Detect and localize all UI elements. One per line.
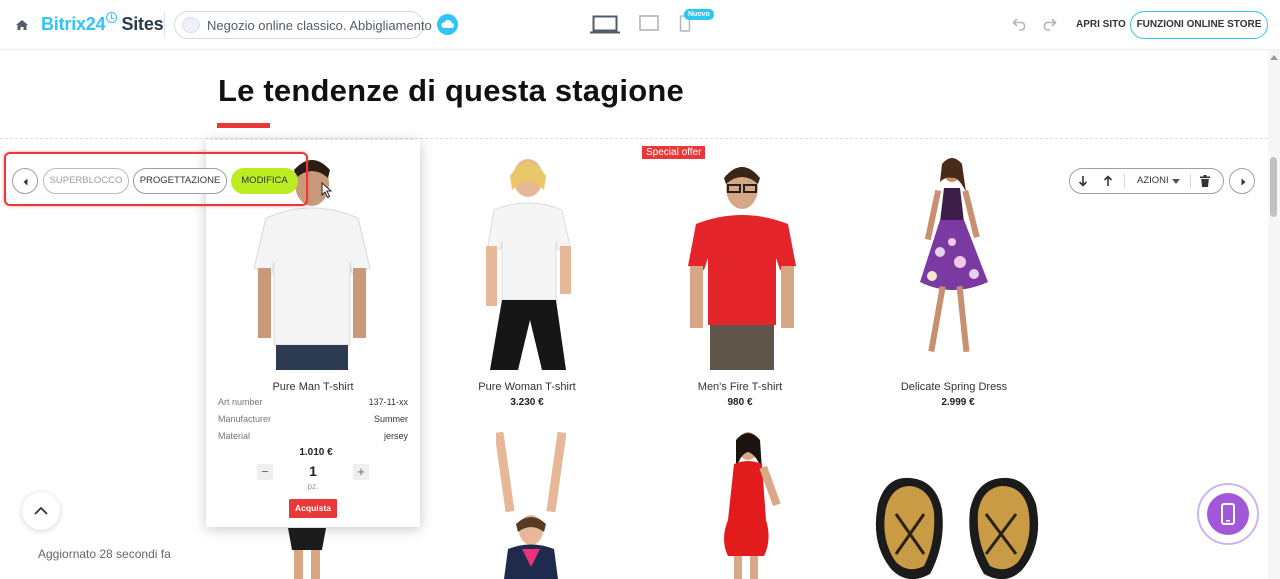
spec-label: Manufacturer [218, 414, 272, 424]
quantity-increase-button[interactable]: + [353, 464, 369, 480]
trash-icon[interactable] [1200, 175, 1210, 187]
product-name[interactable]: Men's Fire T-shirt [633, 381, 847, 393]
cloud-icon[interactable] [437, 14, 458, 35]
product-image[interactable] [496, 432, 566, 579]
product-name[interactable]: Delicate Spring Dress [847, 381, 1061, 393]
desktop-view-icon[interactable] [590, 15, 620, 40]
next-block-button[interactable] [1229, 168, 1255, 194]
top-bar: Bitrix24 Sites Negozio online classico. A… [0, 0, 1280, 50]
design-button[interactable]: PROGETTAZIONE [133, 168, 227, 194]
chevron-down-icon [1172, 179, 1180, 184]
chevron-left-icon [23, 178, 28, 186]
product-image[interactable] [460, 150, 600, 370]
product-price: 3.230 € [510, 397, 544, 408]
mobile-preview-circle [1207, 493, 1249, 535]
spec-label: Art number [218, 397, 263, 407]
mobile-preview-button[interactable] [1197, 483, 1259, 545]
scrollbar-thumb[interactable] [1270, 157, 1277, 217]
site-selector[interactable]: Negozio online classico. Abbigliamento [174, 11, 432, 39]
site-name: Negozio online classico. Abbigliamento [207, 18, 432, 33]
spec-label: Material [218, 431, 251, 441]
divider [164, 12, 165, 38]
vertical-scrollbar[interactable] [1268, 50, 1280, 579]
home-icon[interactable] [14, 17, 30, 33]
cursor-icon [321, 182, 333, 199]
scroll-to-top-button[interactable] [22, 492, 60, 530]
quantity-value[interactable]: 1 [306, 463, 320, 479]
block-boundary [0, 138, 1268, 139]
spec-value: Summer [373, 414, 408, 424]
store-features-button[interactable]: FUNZIONI ONLINE STORE [1130, 11, 1268, 39]
site-thumbnail-icon [182, 17, 200, 33]
new-badge: Nuovo [684, 9, 714, 20]
product-image[interactable] [282, 528, 332, 579]
section-heading: Le tendenze di questa stagione [218, 73, 684, 108]
undo-icon[interactable] [1012, 17, 1028, 36]
tablet-view-icon[interactable] [639, 15, 659, 38]
scroll-up-arrow[interactable] [1270, 55, 1278, 60]
previous-block-button[interactable] [12, 168, 38, 194]
logo[interactable]: Bitrix24 Sites [41, 12, 164, 35]
actions-menu[interactable]: AZIONI [1137, 175, 1169, 186]
product-name[interactable]: Pure Man T-shirt [206, 381, 420, 393]
product-name[interactable]: Pure Woman T-shirt [420, 381, 634, 393]
product-price: 2.999 € [941, 397, 975, 408]
toolbar-divider [1190, 174, 1191, 188]
redo-icon[interactable] [1041, 17, 1057, 36]
product-image[interactable] [712, 430, 782, 579]
autosave-status: Aggiornato 28 secondi fa [38, 547, 171, 561]
logo-brand: Bitrix24 [41, 14, 106, 34]
edit-button[interactable]: MODIFICA [231, 168, 298, 194]
chevron-right-icon [1241, 178, 1246, 186]
move-up-icon[interactable] [1102, 175, 1114, 187]
product-image[interactable] [672, 150, 812, 370]
product-price: 980 € [727, 397, 753, 408]
open-site-link[interactable]: APRI SITO [1076, 19, 1126, 30]
buy-button[interactable]: Acquista [289, 499, 337, 518]
heading-underline [217, 123, 270, 128]
logo-suffix: Sites [121, 14, 164, 34]
spec-value: jersey [383, 431, 408, 441]
product-image[interactable] [900, 152, 1010, 362]
product-price: 1.010 € [299, 447, 333, 458]
toolbar-divider [1124, 174, 1125, 188]
product-image[interactable] [866, 474, 1048, 579]
spec-value: 137-11-xx [368, 397, 408, 407]
clock-icon [106, 12, 118, 23]
move-down-icon[interactable] [1077, 175, 1089, 187]
chevron-up-icon [34, 506, 48, 515]
quantity-decrease-button[interactable]: − [257, 464, 273, 480]
quantity-unit: pz. [307, 482, 319, 491]
superblock-button[interactable]: SUPERBLOCCO [43, 168, 129, 194]
smartphone-icon [1221, 503, 1235, 525]
